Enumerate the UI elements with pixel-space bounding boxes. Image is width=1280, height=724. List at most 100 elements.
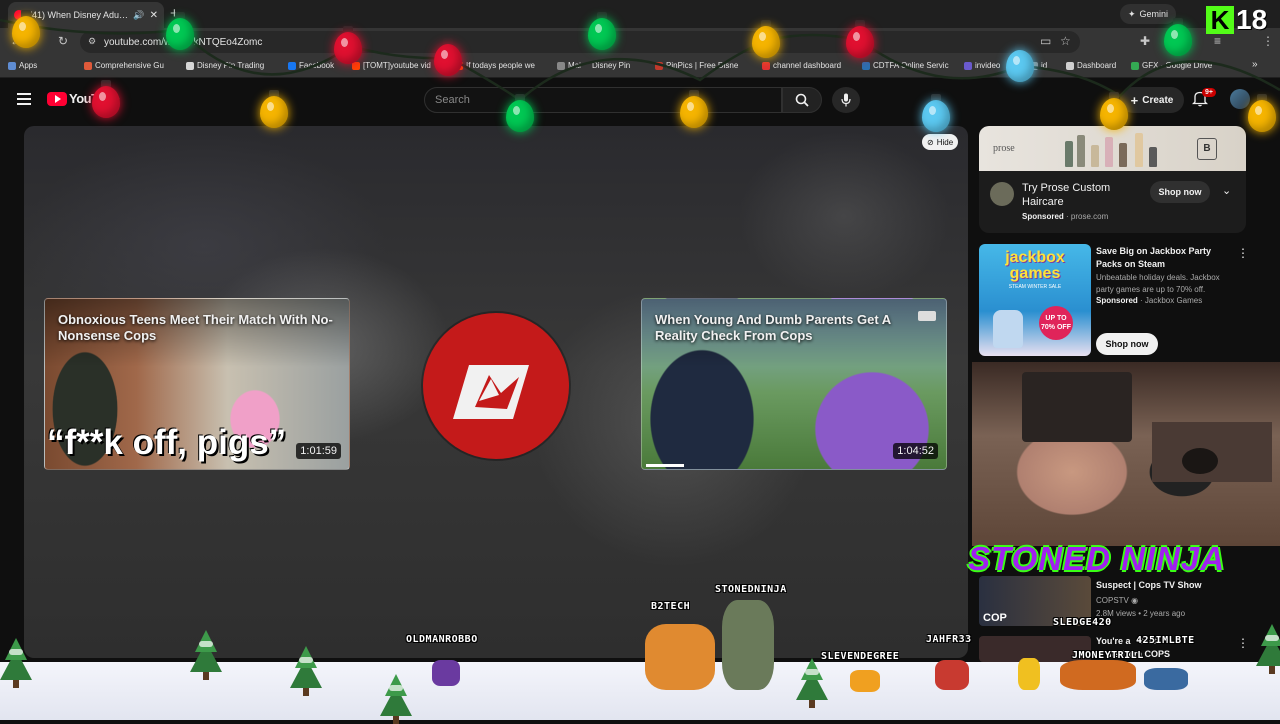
site-info-icon[interactable]: ⚙ bbox=[88, 36, 96, 47]
product-bottle bbox=[1065, 141, 1073, 167]
endcard-title: When Young And Dumb Parents Get A Realit… bbox=[655, 312, 891, 343]
gemini-button[interactable]: ✦ Gemini bbox=[1120, 4, 1177, 24]
video-title[interactable]: Suspect | Cops TV Show bbox=[1096, 580, 1202, 590]
thumbnail-text: COP bbox=[983, 612, 1007, 624]
channel-subscribe-endcard[interactable] bbox=[423, 313, 569, 459]
bookmark-item[interactable]: invideo bbox=[964, 61, 1000, 70]
plus-icon: + bbox=[1130, 92, 1139, 108]
bookmark-item[interactable]: Dashboard bbox=[1066, 61, 1116, 70]
browser-tab-strip: (41) When Disney Adults Re 🔊 ✕ + ✦ Gemin… bbox=[0, 0, 1280, 28]
chevron-down-icon[interactable]: ⌄ bbox=[1222, 184, 1231, 197]
channel-name: COPSTV ◉ bbox=[1096, 596, 1139, 605]
light-bulb-icon bbox=[1164, 24, 1192, 56]
bookmark-item[interactable]: If todays people we bbox=[455, 61, 535, 70]
more-bookmarks-icon[interactable]: » bbox=[1252, 59, 1258, 70]
pine-tree-icon bbox=[290, 646, 322, 688]
search-icon bbox=[795, 93, 809, 107]
endcard-caption-icon bbox=[918, 311, 936, 321]
youtube-header: YouTube Search +Create 9+ bbox=[0, 78, 1280, 122]
endcard-video-right[interactable]: When Young And Dumb Parents Get A Realit… bbox=[641, 298, 947, 470]
product-bottle bbox=[1135, 133, 1143, 167]
age-rating: 18 bbox=[1236, 4, 1268, 35]
sprite-character bbox=[1018, 658, 1040, 690]
sprite-username: B2TECH bbox=[651, 601, 691, 612]
more-options-icon[interactable]: ⋮ bbox=[1237, 636, 1249, 650]
product-bottle bbox=[1091, 145, 1099, 167]
endcard-duration: 1:01:59 bbox=[296, 443, 341, 459]
extensions-icon[interactable]: ✚ bbox=[1140, 34, 1150, 48]
tree-trunk bbox=[303, 688, 309, 696]
tab-close-icon[interactable]: ✕ bbox=[150, 10, 158, 21]
browser-menu-icon[interactable]: ⋮ bbox=[1262, 34, 1274, 48]
voice-search-button[interactable] bbox=[832, 87, 860, 113]
bookmark-item[interactable]: Disney Pin Trading bbox=[186, 61, 264, 70]
hamburger-menu-icon[interactable] bbox=[17, 93, 31, 105]
sprite-character bbox=[1060, 660, 1136, 690]
product-bottle bbox=[1105, 137, 1113, 167]
bookmark-item[interactable]: Facebook bbox=[288, 61, 334, 70]
bookmark-item[interactable]: Apps bbox=[8, 61, 37, 70]
verified-icon: ◉ bbox=[1131, 596, 1139, 605]
bookmark-favicon-icon bbox=[186, 61, 194, 70]
dashboard-icon bbox=[1066, 61, 1074, 70]
jackbox-character bbox=[993, 310, 1023, 348]
youtube-logo-icon[interactable] bbox=[47, 92, 67, 106]
shop-now-button[interactable]: Shop now bbox=[1150, 181, 1210, 203]
bookmark-item[interactable]: Mai Disney Pin bbox=[557, 61, 630, 70]
kick-age-badge: K 18 bbox=[1206, 4, 1267, 36]
video-player[interactable]: Obnoxious Teens Meet Their Match With No… bbox=[24, 126, 968, 658]
bookmark-item[interactable]: [TOMT]youtube vid bbox=[352, 61, 431, 70]
light-bulb-icon bbox=[12, 16, 40, 48]
ad-banner-image[interactable]: prose B bbox=[979, 126, 1246, 171]
eye-off-icon: ⊘ bbox=[927, 137, 934, 147]
gemini-label: Gemini bbox=[1139, 9, 1169, 19]
ad-thumbnail[interactable]: jackbox games STEAM WINTER SALE UP TO 70… bbox=[979, 244, 1091, 356]
light-bulb-icon bbox=[434, 44, 462, 76]
sprite-username: OLDMANROBBO bbox=[406, 634, 478, 645]
invideo-icon bbox=[964, 61, 972, 70]
endcard-watch-progress bbox=[646, 464, 684, 467]
search-button[interactable] bbox=[782, 87, 822, 113]
light-bulb-icon bbox=[1006, 50, 1034, 82]
tab-title: (41) When Disney Adults Re bbox=[29, 10, 129, 20]
bookmark-item[interactable]: GFX - Google Drive bbox=[1131, 61, 1212, 70]
bookmark-item[interactable]: PinPics | Free Disne bbox=[655, 61, 738, 70]
reload-icon[interactable]: ↻ bbox=[58, 34, 68, 48]
speaker-icon[interactable]: 🔊 bbox=[133, 10, 144, 21]
tree-trunk bbox=[809, 700, 815, 708]
discount-badge: UP TO 70% OFF bbox=[1039, 306, 1073, 340]
monitor-shape bbox=[1022, 372, 1132, 442]
pine-tree-icon bbox=[0, 638, 32, 680]
ad-title[interactable]: Save Big on Jackbox Party Packs on Steam bbox=[1096, 245, 1231, 271]
shop-now-button[interactable]: Shop now bbox=[1096, 333, 1158, 355]
bookmark-item[interactable]: channel dashboard bbox=[762, 61, 841, 70]
create-button[interactable]: + Create bbox=[1120, 87, 1184, 113]
sponsored-ad-jackbox[interactable]: jackbox games STEAM WINTER SALE UP TO 70… bbox=[979, 244, 1249, 356]
youtube-studio-icon bbox=[762, 61, 770, 70]
stream-overlay-title: STONED NINJA bbox=[968, 540, 1226, 577]
sponsored-ad-prose[interactable]: prose B Try Prose Custom Haircare Sponso… bbox=[979, 126, 1246, 233]
sprite-character bbox=[645, 624, 715, 690]
pine-tree-icon bbox=[190, 630, 222, 672]
more-options-icon[interactable]: ⋮ bbox=[1237, 246, 1249, 260]
ad-description: Unbeatable holiday deals. Jackbox party … bbox=[1096, 273, 1220, 294]
bookmark-item[interactable]: Comprehensive Gu bbox=[84, 61, 164, 70]
gemini-sparkle-icon: ✦ bbox=[1128, 8, 1136, 19]
reading-list-icon[interactable]: ≡ bbox=[1214, 34, 1221, 48]
google-drive-icon bbox=[1131, 61, 1139, 70]
cast-icon[interactable]: ▭ bbox=[1040, 34, 1051, 48]
bookmark-item[interactable]: CDTFA Online Servic bbox=[862, 61, 949, 70]
bookmark-favicon-icon bbox=[84, 61, 92, 70]
bookmark-favicon-icon bbox=[557, 61, 565, 70]
search-input[interactable]: Search bbox=[424, 87, 782, 113]
sprite-username: SLEVENDEGREE bbox=[821, 651, 900, 662]
sprite-character bbox=[1144, 668, 1188, 690]
hide-overlay-button[interactable]: ⊘ Hide bbox=[922, 134, 959, 150]
account-avatar[interactable] bbox=[1230, 89, 1250, 109]
endcard-duration: 1:04:52 bbox=[893, 443, 938, 459]
channel-logo-icon bbox=[453, 365, 529, 419]
address-bar[interactable]: ⚙ youtube.com/w kNTQEo4Zomc bbox=[80, 31, 1080, 53]
endcard-video-left[interactable]: Obnoxious Teens Meet Their Match With No… bbox=[44, 298, 350, 470]
bookmark-star-icon[interactable]: ☆ bbox=[1060, 34, 1071, 48]
ad-title[interactable]: Try Prose Custom Haircare bbox=[1022, 181, 1132, 209]
